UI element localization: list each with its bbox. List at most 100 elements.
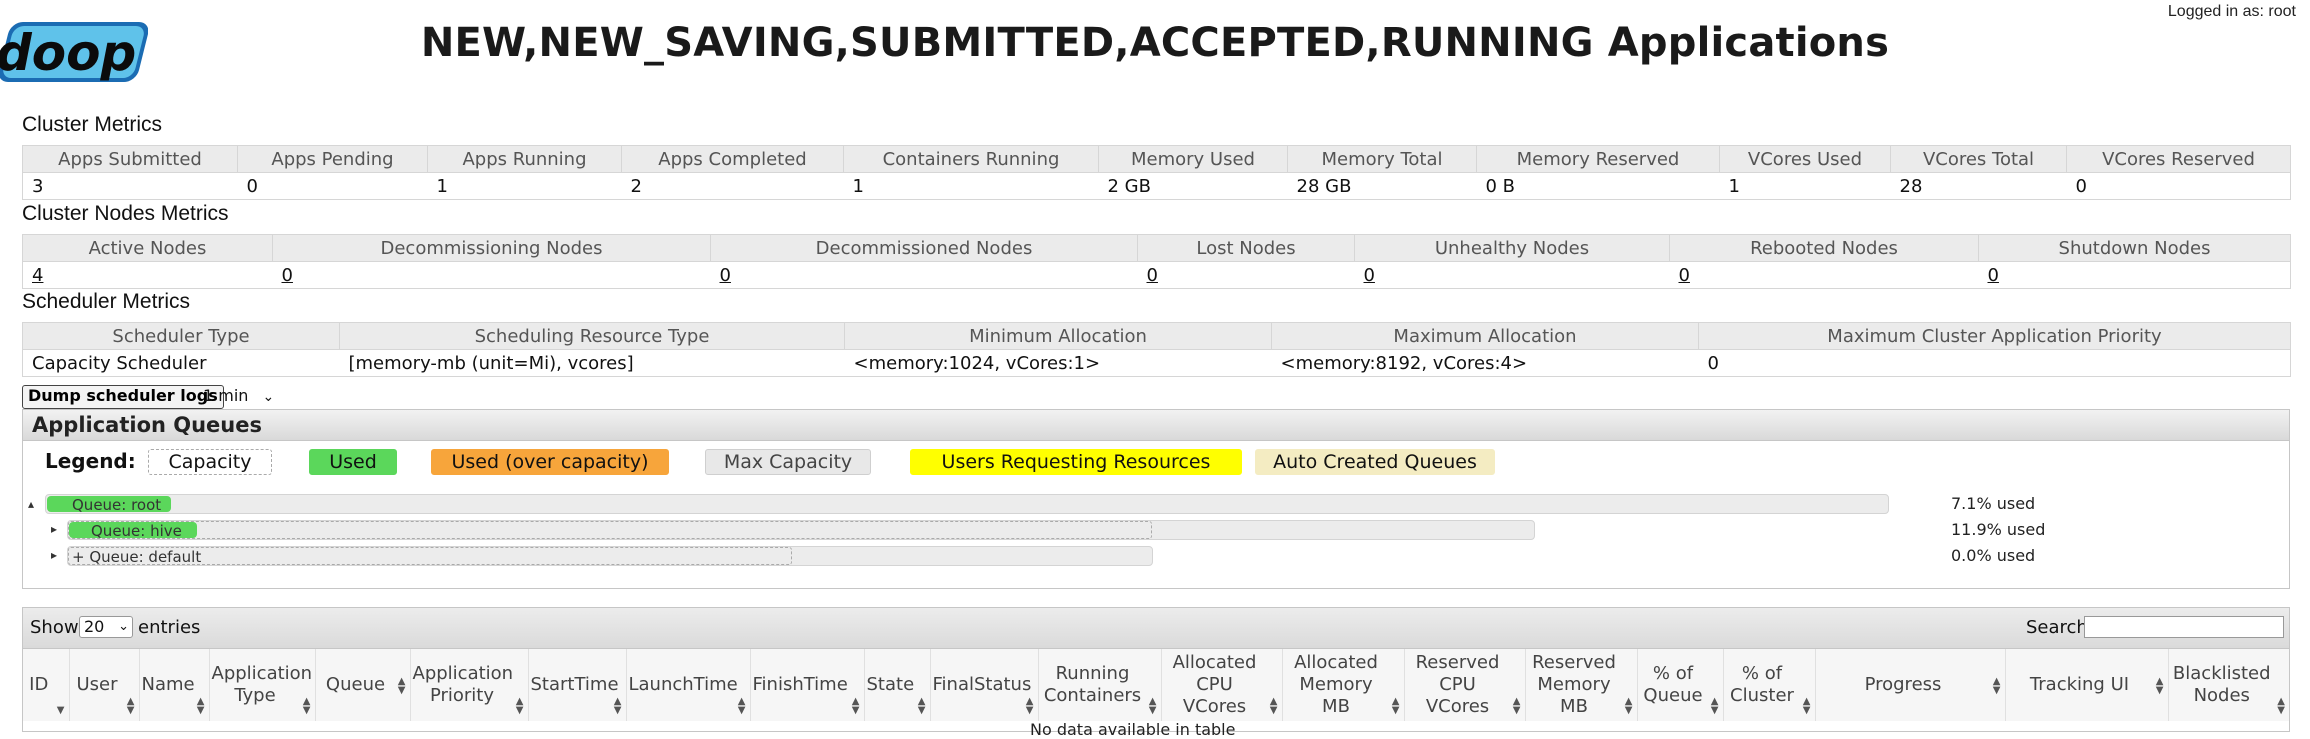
header-minimum-allocation: Minimum Allocation (844, 322, 1272, 350)
sort-icon: ▲ ▼ (1710, 696, 1719, 716)
col-starttime[interactable]: StartTime ▲ ▼ (527, 649, 626, 721)
col-reserved-memory-mb[interactable]: Reserved Memory MB ▲ ▼ (1524, 649, 1637, 721)
legend-max-capacity: Max Capacity (705, 449, 871, 475)
value-vcores-reserved: 0 (2066, 172, 2291, 200)
header-scheduler-type: Scheduler Type (22, 322, 340, 350)
value-minimum-allocation: <memory:1024, vCores:1> (844, 349, 1272, 377)
value-apps-submitted: 3 (22, 172, 238, 200)
header-apps-completed: Apps Completed (621, 145, 844, 173)
log-interval-select[interactable]: 1 min ⌄ (203, 386, 274, 405)
col-allocated-cpu-vcores[interactable]: Allocated CPU VCores ▲ ▼ (1160, 649, 1282, 721)
col-pct-of-queue[interactable]: % of Queue ▲ ▼ (1636, 649, 1723, 721)
log-interval-value: 1 min (203, 386, 249, 405)
col-name[interactable]: Name ▲ ▼ (138, 649, 209, 721)
value-memory-total: 28 GB (1287, 172, 1477, 200)
header-scheduling-resource-type: Scheduling Resource Type (339, 322, 845, 350)
rebooted-nodes-cell: 0 (1669, 261, 1979, 289)
expand-root-icon[interactable]: ▴ (28, 497, 34, 511)
col-finalstatus[interactable]: FinalStatus ▲ ▼ (929, 649, 1038, 721)
sort-icon: ▲ ▼ (196, 696, 205, 716)
active-nodes-cell: 4 (22, 261, 273, 289)
col-pct-of-cluster[interactable]: % of Cluster ▲ ▼ (1722, 649, 1815, 721)
node-metrics-value-row: 4 0 0 0 0 0 0 (22, 261, 2291, 289)
header-maximum-allocation: Maximum Allocation (1271, 322, 1699, 350)
legend-used: Used (309, 449, 397, 475)
decommissioning-nodes-link[interactable]: 0 (282, 265, 293, 286)
value-apps-completed: 2 (621, 172, 844, 200)
header-vcores-total: VCores Total (1890, 145, 2067, 173)
decommissioned-nodes-link[interactable]: 0 (720, 265, 731, 286)
col-queue[interactable]: Queue ▲ ▼ (314, 649, 410, 721)
header-memory-reserved: Memory Reserved (1476, 145, 1720, 173)
value-memory-reserved: 0 B (1476, 172, 1720, 200)
search-input[interactable] (2084, 616, 2284, 638)
col-allocated-memory-mb[interactable]: Allocated Memory MB ▲ ▼ (1281, 649, 1404, 721)
value-scheduler-type: Capacity Scheduler (22, 349, 340, 377)
sort-icon: ▲ ▼ (737, 696, 746, 716)
col-application-priority-label: Application Priority (412, 663, 514, 706)
applications-panel: Show 20 ⌄ entries Search: ID ▼ User ▲ ▼ Name… (22, 607, 2290, 732)
scheduler-metrics-title: Scheduler Metrics (22, 290, 191, 313)
legend-label: Legend: (45, 449, 136, 473)
header-active-nodes: Active Nodes (22, 234, 273, 262)
col-application-type[interactable]: Application Type ▲ ▼ (208, 649, 315, 721)
decommissioned-nodes-cell: 0 (710, 261, 1138, 289)
expand-hive-icon[interactable]: ▸ (51, 522, 57, 536)
expand-default-icon[interactable]: ▸ (51, 548, 57, 562)
application-queues-header[interactable]: Application Queues (23, 410, 2289, 441)
cluster-metrics-header-row: Apps Submitted Apps Pending Apps Running… (22, 145, 2291, 173)
header-decommissioning-nodes: Decommissioning Nodes (272, 234, 711, 262)
sort-icon: ▲ ▼ (1269, 696, 1278, 716)
sort-icon: ▲ ▼ (613, 696, 622, 716)
col-reserved-cpu-vcores[interactable]: Reserved CPU VCores ▲ ▼ (1403, 649, 1525, 721)
header-lost-nodes: Lost Nodes (1137, 234, 1355, 262)
queue-default-bar[interactable]: + Queue: default (67, 546, 1153, 566)
shutdown-nodes-link[interactable]: 0 (1988, 265, 1999, 286)
applications-header-row: ID ▼ User ▲ ▼ Name ▲ ▼ Application Type ▲ ▼ Que… (23, 649, 2289, 721)
sort-icon: ▲ ▼ (1802, 696, 1811, 716)
sort-icon: ▲ ▼ (126, 696, 135, 716)
dump-scheduler-logs-button[interactable]: Dump scheduler logs (22, 385, 224, 409)
col-name-label: Name (141, 674, 195, 695)
col-tracking-ui[interactable]: Tracking UI ▲ ▼ (2004, 649, 2168, 721)
application-queues-panel: Application Queues Legend: Capacity Used… (22, 409, 2290, 589)
value-scheduling-resource-type: [memory-mb (unit=Mi), vcores] (339, 349, 845, 377)
col-progress[interactable]: Progress ▲ ▼ (1814, 649, 2005, 721)
rebooted-nodes-link[interactable]: 0 (1679, 265, 1690, 286)
sort-icon: ▲ ▼ (917, 696, 926, 716)
value-maximum-allocation: <memory:8192, vCores:4> (1271, 349, 1699, 377)
queue-root-bar[interactable]: Queue: root (45, 494, 1889, 514)
col-finishtime[interactable]: FinishTime ▲ ▼ (749, 649, 864, 721)
active-nodes-link[interactable]: 4 (32, 265, 43, 286)
sort-icon: ▲ ▼ (1025, 696, 1034, 716)
scheduler-metrics-header-row: Scheduler Type Scheduling Resource Type … (22, 322, 2291, 350)
header-vcores-reserved: VCores Reserved (2066, 145, 2291, 173)
col-launchtime[interactable]: LaunchTime ▲ ▼ (625, 649, 750, 721)
queue-hive-bar[interactable]: Queue: hive (67, 520, 1535, 540)
col-queue-label: Queue (325, 674, 386, 695)
col-user-label: User (76, 674, 118, 695)
col-user[interactable]: User ▲ ▼ (68, 649, 139, 721)
col-state[interactable]: State ▲ ▼ (863, 649, 930, 721)
header-shutdown-nodes: Shutdown Nodes (1978, 234, 2291, 262)
col-application-priority[interactable]: Application Priority ▲ ▼ (409, 649, 528, 721)
col-state-label: State (866, 674, 915, 695)
col-running-containers[interactable]: Running Containers ▲ ▼ (1037, 649, 1161, 721)
node-metrics-title: Cluster Nodes Metrics (22, 202, 229, 225)
queue-hive-pct: 11.9% used (1951, 520, 2046, 539)
sort-icon: ▲ ▼ (302, 696, 311, 716)
logged-in-user: Logged in as: root (2167, 3, 2296, 20)
queue-hive-label: Queue: hive (91, 522, 182, 540)
unhealthy-nodes-link[interactable]: 0 (1364, 265, 1375, 286)
sort-icon: ▲ ▼ (1624, 696, 1633, 716)
queue-default-pct: 0.0% used (1951, 546, 2036, 565)
col-pct-of-cluster-label: % of Cluster (1730, 663, 1794, 706)
legend-capacity: Capacity (148, 449, 272, 475)
header-apps-running: Apps Running (427, 145, 622, 173)
applications-table: ID ▼ User ▲ ▼ Name ▲ ▼ Application Type ▲ ▼ Que… (23, 649, 2289, 721)
entries-per-page-select[interactable]: 20 ⌄ (79, 616, 133, 638)
col-id[interactable]: ID ▼ (23, 649, 69, 721)
col-blacklisted-nodes-label: Blacklisted Nodes (2172, 663, 2271, 706)
lost-nodes-link[interactable]: 0 (1147, 265, 1158, 286)
col-blacklisted-nodes[interactable]: Blacklisted Nodes ▲ ▼ (2167, 649, 2289, 721)
